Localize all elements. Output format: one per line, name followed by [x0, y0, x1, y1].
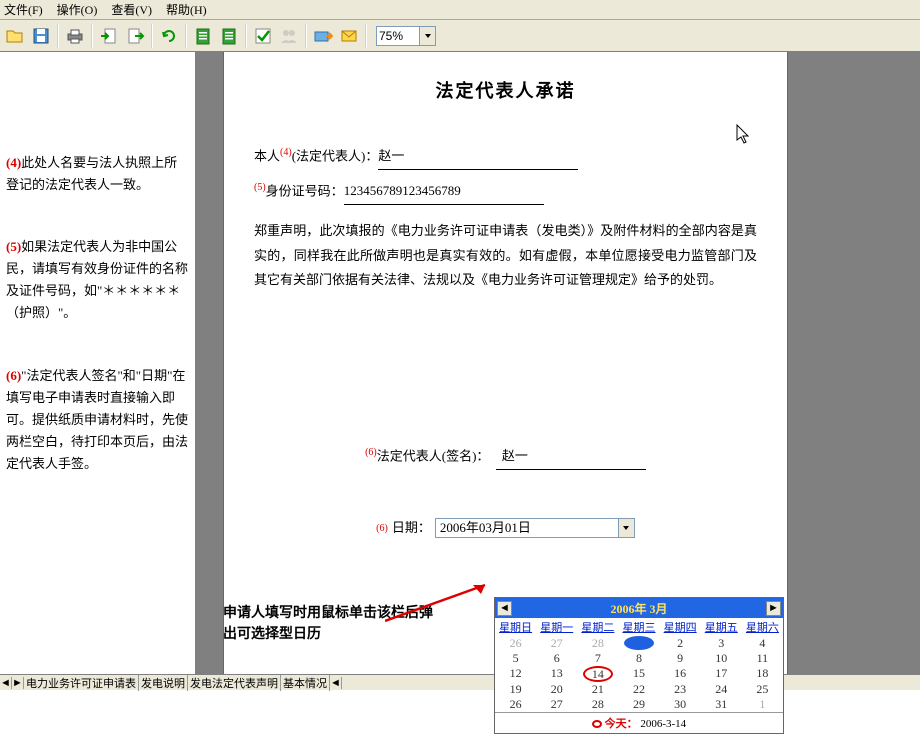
clipboard2-icon[interactable] — [218, 25, 240, 47]
calendar-day[interactable]: 11 — [742, 651, 783, 666]
calendar-weekday: 星期六 — [742, 618, 783, 636]
side-notes-panel: (4)此处人名要与法人执照上所登记的法定代表人一致。 (5)如果法定代表人为非中… — [0, 52, 195, 674]
refresh-icon[interactable] — [158, 25, 180, 47]
save-icon[interactable] — [30, 25, 52, 47]
calendar-title: 2006年 3月 — [610, 600, 667, 617]
calendar-popup[interactable]: ◄ 2006年 3月 ► 星期日星期一星期二星期三星期四星期五星期六 26272… — [494, 597, 784, 734]
clipboard1-icon[interactable] — [192, 25, 214, 47]
date-dropdown[interactable]: 2006年03月01日 — [435, 518, 635, 538]
calendar-weekday-row: 星期日星期一星期二星期三星期四星期五星期六 — [495, 618, 783, 636]
menu-help[interactable]: 帮助(H) — [166, 1, 207, 18]
calendar-weekday: 星期二 — [577, 618, 618, 636]
calendar-day[interactable]: 7 — [577, 651, 618, 666]
open-icon[interactable] — [4, 25, 26, 47]
calendar-footer[interactable]: 今天： 2006-3-14 — [495, 712, 783, 733]
calendar-weekday: 星期日 — [495, 618, 536, 636]
dropdown-arrow-icon[interactable] — [618, 519, 634, 537]
zoom-dropdown-icon[interactable] — [420, 26, 436, 46]
calendar-day[interactable]: 1 — [742, 697, 783, 712]
calendar-day[interactable]: 1 — [618, 636, 659, 651]
date-row: (6)日期： 2006年03月01日 — [254, 516, 757, 541]
representative-name-field[interactable]: 赵一 — [378, 144, 578, 170]
calendar-day-grid: 2627281234567891011121314151617181920212… — [495, 636, 783, 712]
representative-line: 本人(4)(法定代表人)：赵一 — [254, 143, 757, 170]
check-icon[interactable] — [252, 25, 274, 47]
tab-item[interactable]: 发电法定代表声明 — [188, 675, 281, 691]
calendar-weekday: 星期一 — [536, 618, 577, 636]
declaration-text: 郑重声明，此次填报的《电力业务许可证申请表（发电类）》及附件材料的全部内容是真实… — [254, 219, 757, 293]
calendar-day[interactable]: 28 — [577, 636, 618, 651]
signature-row: (6)法定代表人(签名)： 赵一 — [254, 443, 757, 470]
users-icon[interactable] — [278, 25, 300, 47]
calendar-day[interactable]: 26 — [495, 636, 536, 651]
calendar-day[interactable]: 8 — [618, 651, 659, 666]
id-number-field[interactable]: 123456789123456789 — [344, 179, 544, 205]
calendar-day[interactable]: 18 — [742, 666, 783, 682]
calendar-day[interactable]: 5 — [495, 651, 536, 666]
menu-bar: 文件(F) 操作(O) 查看(V) 帮助(H) — [0, 0, 920, 20]
calendar-day[interactable]: 30 — [660, 697, 701, 712]
calendar-day[interactable]: 13 — [536, 666, 577, 682]
note-6: (6)"法定代表人签名"和"日期"在填写电子申请表时直接输入即可。提供纸质申请材… — [6, 365, 189, 475]
note-5: (5)如果法定代表人为非中国公民，请填写有效身份证件的名称及证件号码，如"＊＊＊… — [6, 236, 189, 324]
date-value: 2006年03月01日 — [440, 516, 531, 541]
calendar-day[interactable]: 27 — [536, 636, 577, 651]
calendar-weekday: 星期五 — [701, 618, 742, 636]
tab-nav-next-icon[interactable]: ► — [12, 677, 24, 689]
print-icon[interactable] — [64, 25, 86, 47]
mail-icon[interactable] — [338, 25, 360, 47]
calendar-day[interactable]: 15 — [618, 666, 659, 682]
calendar-day[interactable]: 2 — [660, 636, 701, 651]
calendar-day[interactable]: 6 — [536, 651, 577, 666]
calendar-day[interactable]: 28 — [577, 697, 618, 712]
calendar-day[interactable]: 26 — [495, 697, 536, 712]
menu-view[interactable]: 查看(V) — [111, 1, 152, 18]
toolbar — [0, 20, 920, 52]
signature-field[interactable]: 赵一 — [496, 444, 646, 470]
note-4: (4)此处人名要与法人执照上所登记的法定代表人一致。 — [6, 152, 189, 196]
document-title: 法定代表人承诺 — [254, 77, 757, 103]
calendar-day[interactable]: 17 — [701, 666, 742, 682]
calendar-day[interactable]: 14 — [577, 666, 618, 682]
calendar-day[interactable]: 4 — [742, 636, 783, 651]
arrow-annotation — [385, 581, 495, 623]
menu-operate[interactable]: 操作(O) — [57, 1, 98, 18]
calendar-day[interactable]: 27 — [536, 697, 577, 712]
tab-nav-prev-icon[interactable]: ◄ — [0, 677, 12, 689]
menu-file[interactable]: 文件(F) — [4, 1, 43, 18]
calendar-prev-icon[interactable]: ◄ — [497, 601, 512, 616]
calendar-day[interactable]: 16 — [660, 666, 701, 682]
calendar-day[interactable]: 12 — [495, 666, 536, 682]
calendar-day[interactable]: 10 — [701, 651, 742, 666]
mouse-cursor-icon — [736, 124, 752, 146]
calendar-day[interactable]: 3 — [701, 636, 742, 651]
import-icon[interactable] — [98, 25, 120, 47]
document-page: 法定代表人承诺 本人(4)(法定代表人)：赵一 (5)身份证号码：1234567… — [223, 52, 788, 674]
tab-item[interactable]: 电力业务许可证申请表 — [24, 675, 139, 691]
calendar-header: ◄ 2006年 3月 ► — [495, 598, 783, 618]
id-line: (5)身份证号码：123456789123456789 — [254, 178, 757, 205]
calendar-day[interactable]: 31 — [701, 697, 742, 712]
calendar-day[interactable]: 9 — [660, 651, 701, 666]
calendar-next-icon[interactable]: ► — [766, 601, 781, 616]
zoom-control[interactable] — [376, 26, 436, 46]
tab-item[interactable]: 发电说明 — [139, 675, 188, 691]
send-icon[interactable] — [312, 25, 334, 47]
zoom-input[interactable] — [376, 26, 420, 46]
calendar-weekday: 星期三 — [618, 618, 659, 636]
calendar-weekday: 星期四 — [660, 618, 701, 636]
export-icon[interactable] — [124, 25, 146, 47]
calendar-day[interactable]: 29 — [618, 697, 659, 712]
tab-nav-end-icon[interactable]: ◄ — [330, 677, 342, 689]
tab-item[interactable]: 基本情况 — [281, 675, 330, 691]
